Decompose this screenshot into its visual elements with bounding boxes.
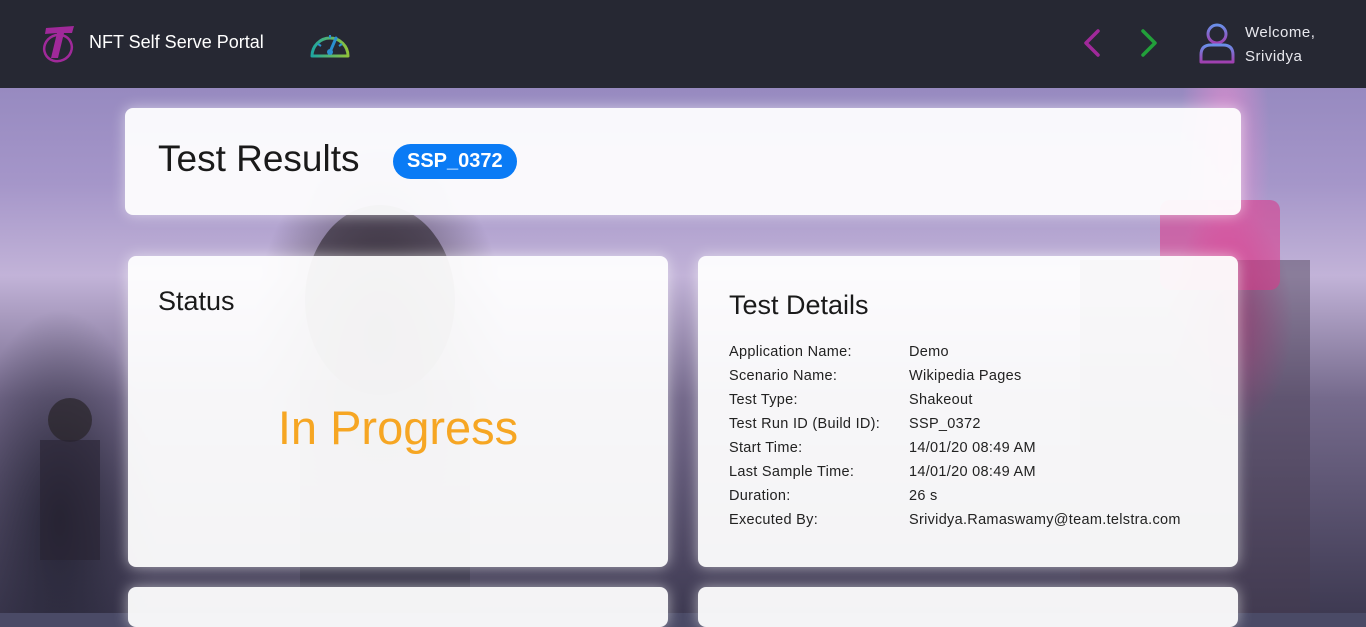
detail-label: Test Run ID (Build ID): bbox=[729, 416, 881, 432]
detail-label: Application Name: bbox=[729, 344, 852, 360]
telstra-logo-icon[interactable] bbox=[40, 22, 80, 64]
detail-label: Test Type: bbox=[729, 392, 798, 408]
detail-label: Start Time: bbox=[729, 440, 803, 456]
detail-value: 14/01/20 08:49 AM bbox=[909, 440, 1036, 456]
top-navigation-bar: NFT Self Serve Portal Welcome, Srividya bbox=[0, 0, 1366, 88]
detail-row-scenario-name: Scenario Name: Wikipedia Pages bbox=[729, 368, 1181, 392]
detail-value: Demo bbox=[909, 344, 949, 360]
app-title[interactable]: NFT Self Serve Portal bbox=[89, 32, 264, 53]
back-arrow-icon[interactable] bbox=[1078, 28, 1106, 58]
page-header-card: Test Results SSP_0372 bbox=[125, 108, 1241, 215]
detail-row-test-run-id: Test Run ID (Build ID): SSP_0372 bbox=[729, 416, 1181, 440]
detail-value: Wikipedia Pages bbox=[909, 368, 1022, 384]
test-run-id-badge: SSP_0372 bbox=[393, 144, 517, 179]
detail-row-duration: Duration: 26 s bbox=[729, 488, 1181, 512]
detail-row-executed-by: Executed By: Srividya.Ramaswamy@team.tels… bbox=[729, 512, 1181, 536]
test-details-list: Application Name: Demo Scenario Name: Wiki… bbox=[729, 344, 1181, 536]
status-value: In Progress bbox=[277, 401, 519, 454]
detail-value: 26 s bbox=[909, 488, 938, 504]
test-details-card: Test Details Application Name: Demo Scena… bbox=[698, 256, 1238, 567]
forward-arrow-icon[interactable] bbox=[1135, 28, 1163, 58]
detail-value: 14/01/20 08:49 AM bbox=[909, 464, 1036, 480]
detail-label: Executed By: bbox=[729, 512, 819, 528]
test-details-title: Test Details bbox=[729, 290, 869, 320]
detail-label: Duration: bbox=[729, 488, 791, 504]
detail-value: Shakeout bbox=[909, 392, 973, 408]
detail-value: Srividya.Ramaswamy@team.telstra.com bbox=[909, 512, 1181, 528]
page-title: Test Results bbox=[158, 138, 360, 179]
detail-label: Last Sample Time: bbox=[729, 464, 855, 480]
detail-row-last-sample-time: Last Sample Time: 14/01/20 08:49 AM bbox=[729, 464, 1181, 488]
detail-row-application-name: Application Name: Demo bbox=[729, 344, 1181, 368]
status-card: Status In Progress bbox=[128, 256, 668, 567]
welcome-greeting: Welcome, bbox=[1245, 24, 1316, 41]
bottom-right-card bbox=[698, 587, 1238, 627]
detail-row-test-type: Test Type: Shakeout bbox=[729, 392, 1181, 416]
detail-label: Scenario Name: bbox=[729, 368, 838, 384]
detail-row-start-time: Start Time: 14/01/20 08:49 AM bbox=[729, 440, 1181, 464]
status-card-title: Status bbox=[158, 286, 235, 316]
user-avatar-icon[interactable] bbox=[1198, 22, 1236, 64]
welcome-message: Welcome, Srividya bbox=[1245, 21, 1315, 69]
detail-value: SSP_0372 bbox=[909, 416, 981, 432]
bottom-left-card bbox=[128, 587, 668, 627]
welcome-username: Srividya bbox=[1245, 48, 1303, 65]
speedometer-icon[interactable] bbox=[309, 27, 351, 59]
